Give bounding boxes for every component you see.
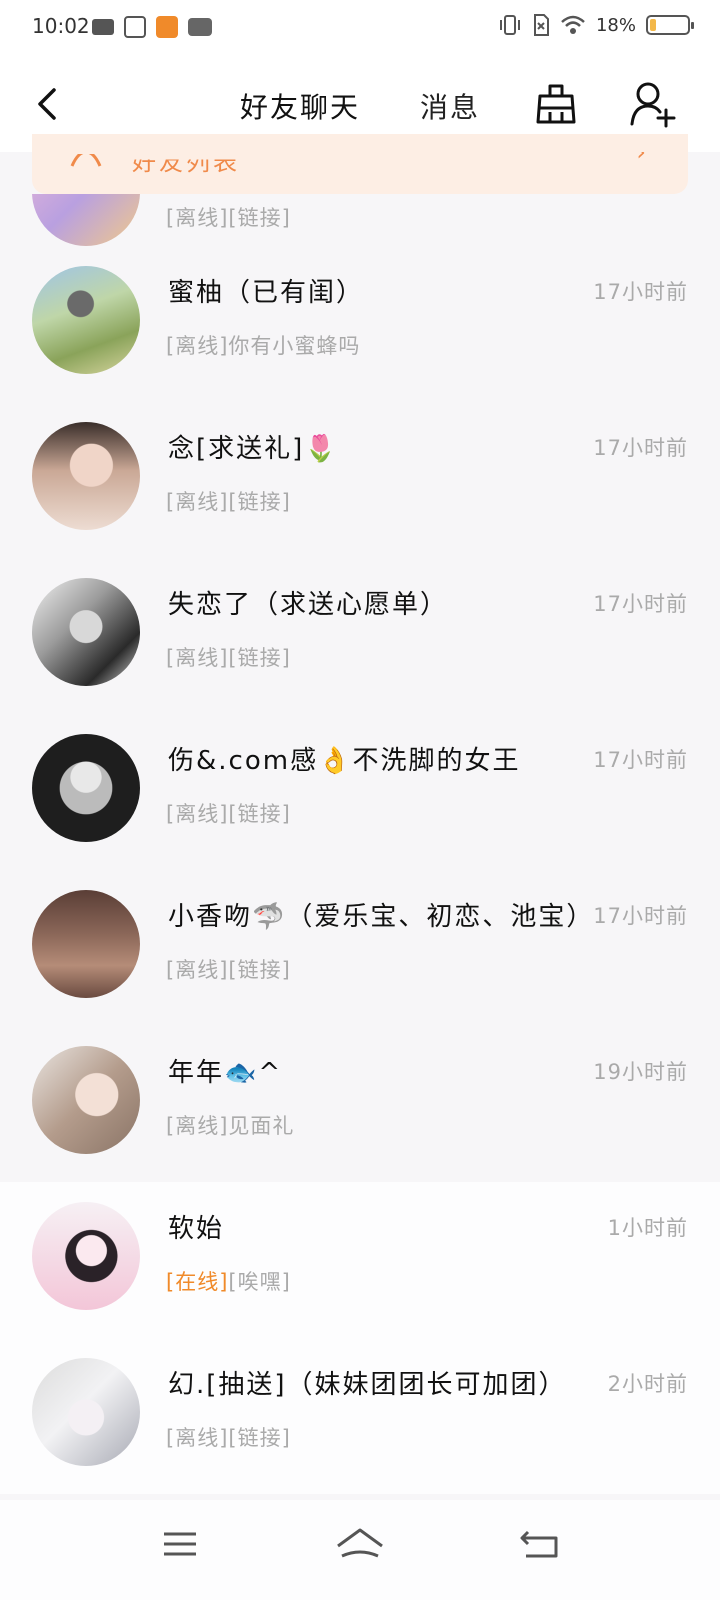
chat-name: 念[求送礼]🌷 (168, 434, 339, 464)
battery-percent: 18% (595, 14, 636, 36)
avatar (32, 194, 140, 246)
no-sim-icon (533, 14, 549, 36)
chat-time: 17小时前 (593, 592, 688, 616)
chat-time: 2小时前 (607, 1372, 688, 1396)
chat-time: 17小时前 (593, 280, 688, 304)
friend-list-label: 好友列表 (132, 148, 240, 177)
avatar (32, 1046, 140, 1154)
avatar (32, 890, 140, 998)
chat-status: [离线][链接] (166, 490, 291, 514)
avatar (32, 734, 140, 842)
friend-list-card[interactable]: 好友列表 › (32, 134, 688, 194)
back-icon[interactable] (510, 1520, 570, 1568)
friend-list-icon (66, 140, 106, 168)
system-nav-bar (0, 1500, 720, 1600)
chat-name: 蜜柚（已有闺） (168, 278, 365, 308)
list-item[interactable]: 伤&.com感👌不洗脚的女王 17小时前 [离线][链接] (0, 714, 720, 870)
chat-status: [离线][链接] (166, 802, 291, 826)
chat-status: [在线][唉嘿] (166, 1266, 291, 1296)
list-item[interactable]: 年年🐟^ 19小时前 [离线]见面礼 (0, 1026, 720, 1182)
battery-icon (646, 15, 694, 35)
tab-friends-chat[interactable]: 好友聊天 (240, 86, 360, 126)
chat-list: [离线][链接] 蜜柚（已有闺） 17小时前 [离线]你有小蜜蜂吗 念[求送礼]… (0, 194, 720, 1494)
screenshot-icon (124, 16, 146, 38)
list-item[interactable]: 软始 1小时前 [在线][唉嘿] (0, 1182, 720, 1338)
chat-time: 17小时前 (593, 748, 688, 772)
chat-time: 17小时前 (593, 904, 688, 928)
vibrate-icon (499, 15, 520, 35)
online-tag: [在线] (166, 1270, 229, 1294)
tab-messages[interactable]: 消息 (420, 86, 480, 126)
wifi-icon (561, 15, 585, 34)
add-friend-icon[interactable] (630, 80, 676, 128)
status-time: 10:02 (32, 14, 90, 38)
chat-name: 软始 (168, 1214, 225, 1244)
chat-status: [离线][链接] (166, 646, 291, 670)
home-icon[interactable] (330, 1520, 390, 1568)
chat-status: [离线][链接] (166, 206, 291, 230)
list-item[interactable]: [离线][链接] (0, 194, 720, 246)
list-item[interactable]: 蜜柚（已有闺） 17小时前 [离线]你有小蜜蜂吗 (0, 246, 720, 402)
broom-clean-icon[interactable] (534, 82, 578, 126)
chat-name: 失恋了（求送心愿单） (168, 590, 449, 620)
chat-name: 幻.[抽送]（妹妹团团长可加团） (168, 1370, 567, 1400)
app-notification-icon (156, 16, 178, 38)
list-item[interactable]: 念[求送礼]🌷 17小时前 [离线][链接] (0, 402, 720, 558)
chat-time: 1小时前 (607, 1216, 688, 1240)
avatar (32, 578, 140, 686)
chat-name: 伤&.com感👌不洗脚的女王 (168, 746, 521, 776)
list-item[interactable]: 失恋了（求送心愿单） 17小时前 [离线][链接] (0, 558, 720, 714)
avatar (32, 422, 140, 530)
back-arrow-icon[interactable] (30, 84, 66, 124)
chat-time: 17小时前 (593, 436, 688, 460)
chat-status: [离线][链接] (166, 958, 291, 982)
status-bar: 10:02 18% (0, 0, 720, 56)
chat-status: [离线][链接] (166, 1426, 291, 1450)
chat-time: 19小时前 (593, 1060, 688, 1084)
chat-name: 年年🐟^ (168, 1058, 283, 1088)
avatar (32, 1358, 140, 1466)
battery-level (650, 19, 656, 31)
list-item[interactable]: 幻.[抽送]（妹妹团团长可加团） 2小时前 [离线][链接] (0, 1338, 720, 1494)
video-camera-icon (92, 19, 114, 35)
chevron-right-icon: › (636, 138, 646, 166)
avatar (32, 266, 140, 374)
chat-status-text: [唉嘿] (228, 1270, 291, 1294)
chat-status: [离线]见面礼 (166, 1114, 295, 1138)
avatar (32, 1202, 140, 1310)
list-item[interactable]: 小香吻🦈（爱乐宝、初恋、池宝） 17小时前 [离线][链接] (0, 870, 720, 1026)
chat-status: [离线]你有小蜜蜂吗 (166, 334, 361, 358)
menu-icon[interactable] (152, 1520, 212, 1568)
chat-name: 小香吻🦈（爱乐宝、初恋、池宝） (168, 902, 595, 932)
vivo-icon (188, 18, 212, 36)
